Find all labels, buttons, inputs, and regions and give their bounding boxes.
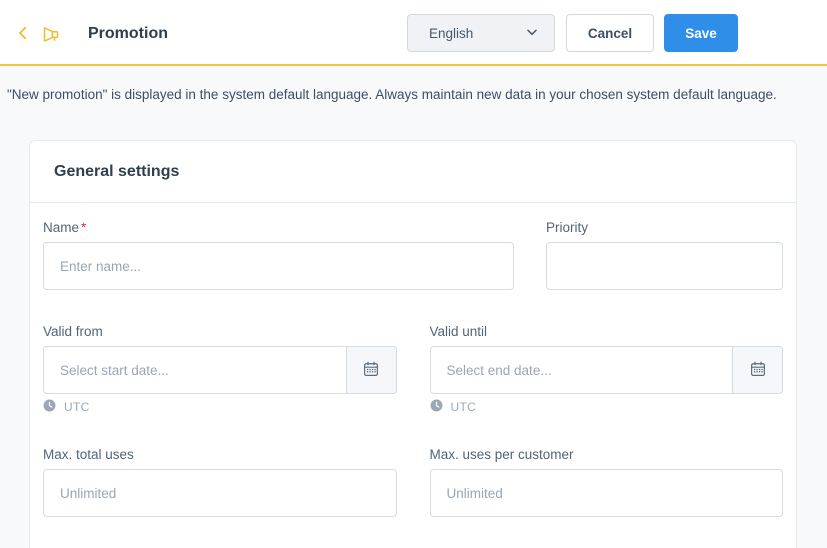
calendar-icon bbox=[362, 360, 380, 381]
row-validity: Valid from Select start date... UTC Vali… bbox=[43, 324, 783, 414]
valid-from-field-group: Valid from Select start date... UTC bbox=[43, 324, 397, 414]
valid-from-label: Valid from bbox=[43, 324, 103, 339]
name-field-group: Name * bbox=[43, 220, 514, 290]
page-content: "New promotion" is displayed in the syst… bbox=[0, 66, 827, 548]
timezone-label: UTC bbox=[450, 400, 477, 414]
page-title: Promotion bbox=[88, 25, 168, 42]
valid-until-calendar-button[interactable] bbox=[732, 347, 782, 393]
name-label: Name * bbox=[43, 220, 514, 235]
max-total-uses-input[interactable] bbox=[43, 469, 397, 517]
valid-from-input[interactable] bbox=[44, 347, 346, 393]
card-header: General settings bbox=[30, 141, 796, 203]
max-total-uses-field-group: Max. total uses bbox=[43, 447, 397, 517]
save-button[interactable]: Save bbox=[664, 14, 738, 52]
language-select[interactable]: English bbox=[407, 14, 555, 52]
language-select-value: English bbox=[429, 25, 474, 41]
valid-until-datepicker bbox=[429, 346, 783, 394]
clock-icon bbox=[43, 399, 56, 415]
name-input[interactable] bbox=[43, 242, 514, 290]
required-marker: * bbox=[81, 220, 87, 235]
max-uses-per-customer-input[interactable] bbox=[429, 469, 783, 517]
language-notice: "New promotion" is displayed in the syst… bbox=[7, 87, 777, 102]
card-body: Name* Priority Valid from bbox=[30, 203, 796, 517]
max-uses-per-customer-field-group: Max. uses per customer bbox=[429, 447, 783, 517]
valid-until-timezone-hint: UTC bbox=[430, 399, 784, 415]
max-total-uses-label: Max. total uses bbox=[43, 447, 134, 462]
priority-field-group: Priority bbox=[546, 220, 783, 290]
megaphone-icon bbox=[40, 23, 62, 45]
max-uses-per-customer-label: Max. uses per customer bbox=[429, 447, 574, 462]
chevron-down-icon bbox=[525, 25, 539, 42]
calendar-icon bbox=[749, 360, 767, 381]
valid-until-label: Valid until bbox=[429, 324, 488, 339]
valid-from-datepicker bbox=[43, 346, 397, 394]
row-name-priority: Name* Priority bbox=[43, 220, 783, 290]
card-title: General settings bbox=[54, 162, 180, 180]
back-button[interactable] bbox=[12, 24, 34, 44]
valid-until-field-group: Valid until Select end date... UTC bbox=[429, 324, 784, 415]
priority-input[interactable] bbox=[546, 242, 783, 290]
priority-label: Priority bbox=[546, 220, 589, 235]
valid-from-timezone-hint: UTC bbox=[43, 399, 397, 415]
valid-until-input[interactable] bbox=[430, 347, 732, 393]
smart-bar: Promotion English Cancel Save bbox=[0, 0, 827, 66]
clock-icon bbox=[430, 399, 443, 415]
valid-from-calendar-button[interactable] bbox=[345, 347, 396, 393]
chevron-left-icon bbox=[14, 24, 32, 45]
general-settings-card: General settings Name* Priority bbox=[29, 140, 797, 548]
row-max-uses: Max. total uses Max. uses per customer bbox=[43, 447, 783, 517]
timezone-label: UTC bbox=[64, 400, 90, 414]
name-label-text: Name bbox=[43, 220, 80, 235]
cancel-button[interactable]: Cancel bbox=[566, 14, 654, 52]
